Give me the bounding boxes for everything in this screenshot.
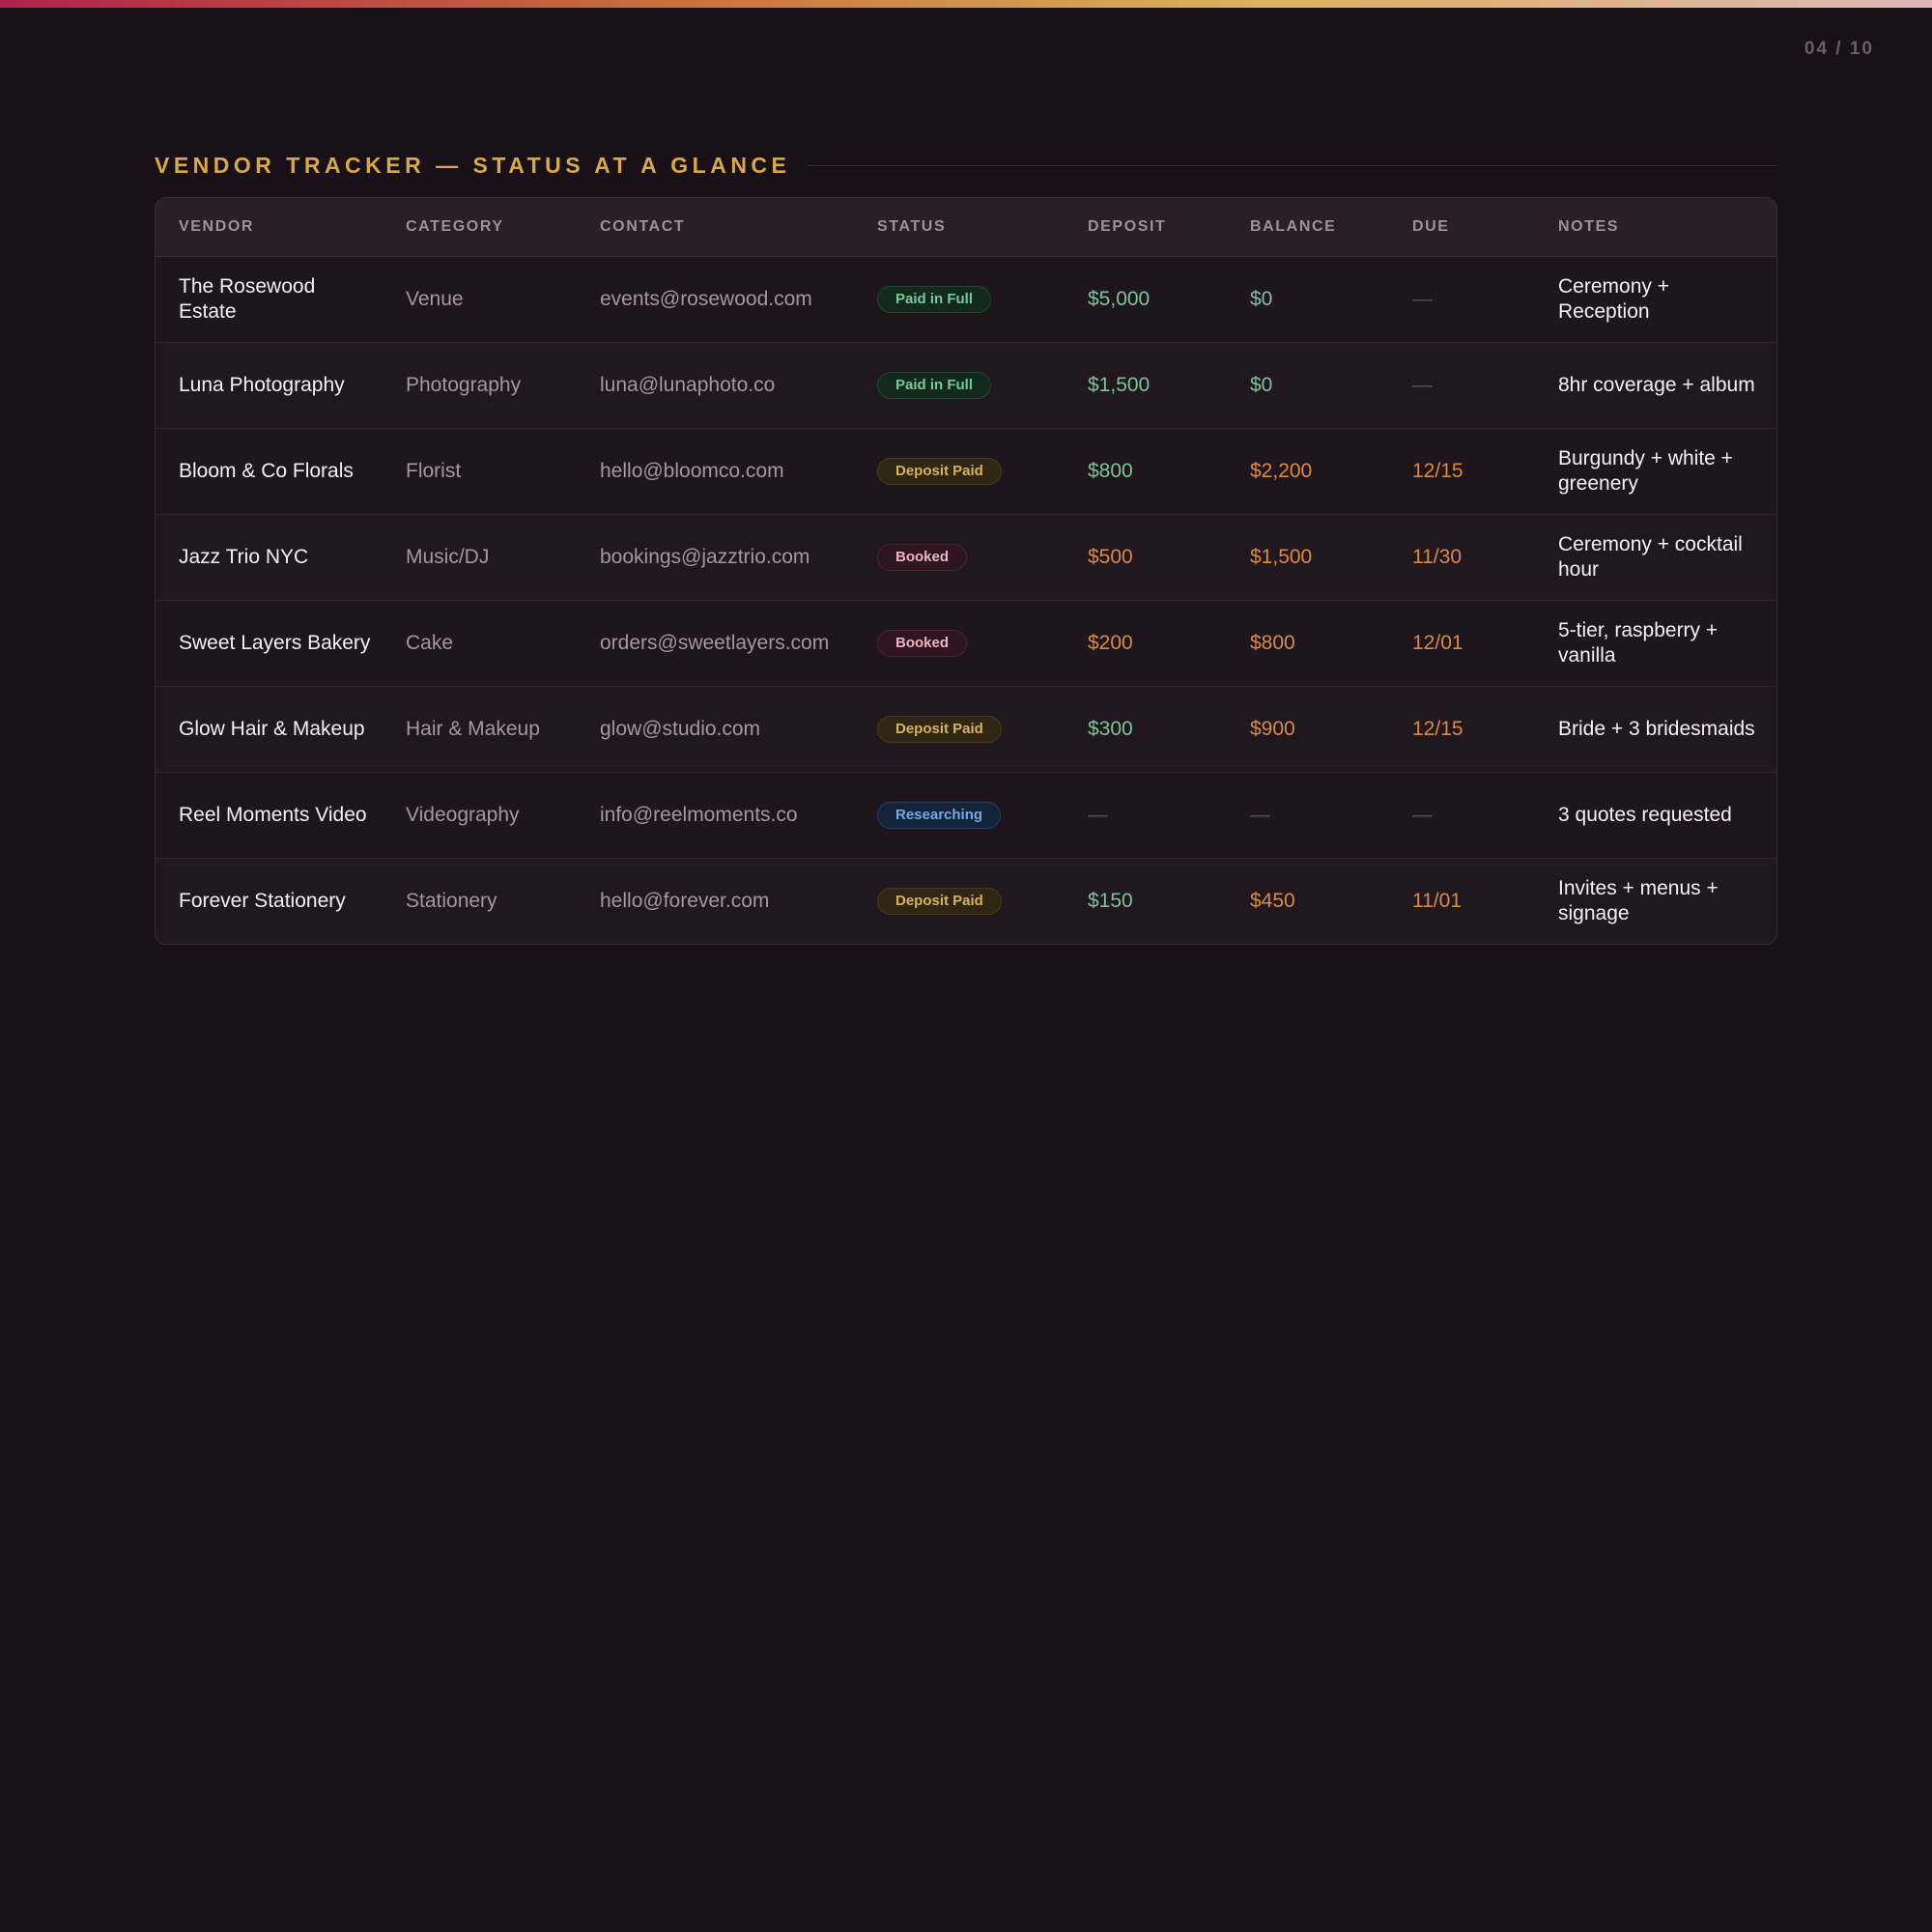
status-cell: Researching xyxy=(854,772,1065,859)
contact-email-cell[interactable]: glow@studio.com xyxy=(577,686,854,773)
category-cell: Music/DJ xyxy=(383,514,577,601)
section-divider xyxy=(808,165,1777,166)
notes-cell: Ceremony + Reception xyxy=(1535,256,1776,343)
table-row[interactable]: Reel Moments Video Videography info@reelmo… xyxy=(156,772,1776,859)
table-row[interactable]: Glow Hair & Makeup Hair & Makeup glow@stud… xyxy=(156,686,1776,773)
due-date-cell: 11/30 xyxy=(1389,514,1535,601)
notes-cell: Ceremony + cocktail hour xyxy=(1535,514,1776,601)
table-row[interactable]: Luna Photography Photography luna@lunaphot… xyxy=(156,342,1776,429)
category-cell: Cake xyxy=(383,600,577,687)
status-cell: Deposit Paid xyxy=(854,428,1065,515)
category-cell: Florist xyxy=(383,428,577,515)
balance-cell: $0 xyxy=(1227,342,1389,429)
slide-page: 04 / 10 VENDOR TRACKER — STATUS AT A GLA… xyxy=(0,0,1932,1932)
notes-cell: 8hr coverage + album xyxy=(1535,342,1776,429)
column-header-status[interactable]: STATUS xyxy=(854,198,1065,257)
vendor-name-cell: Reel Moments Video xyxy=(156,772,383,859)
due-date-cell: — xyxy=(1389,772,1535,859)
vendor-name-cell: Bloom & Co Florals xyxy=(156,428,383,515)
category-cell: Stationery xyxy=(406,889,497,912)
table-row[interactable]: The Rosewood Estate Venue events@rosewood.… xyxy=(156,256,1776,343)
page-counter: 04 / 10 xyxy=(1804,39,1874,59)
contact-email-cell[interactable]: hello@forever.com xyxy=(577,858,854,944)
category-cell: Venue xyxy=(383,256,577,343)
category-cell: Videography xyxy=(383,772,577,859)
balance-cell: $1,500 xyxy=(1227,514,1389,601)
vendor-name-cell: Luna Photography xyxy=(156,342,383,429)
column-header-due[interactable]: DUE xyxy=(1389,198,1535,257)
balance-cell: $800 xyxy=(1227,600,1389,687)
status-badge: Paid in Full xyxy=(877,286,992,313)
column-header-balance[interactable]: BALANCE xyxy=(1227,198,1389,257)
contact-email-cell[interactable]: hello@bloomco.com xyxy=(577,428,854,515)
table-header-row: VENDOR CATEGORY CONTACT STATUS DEPOSIT B… xyxy=(156,198,1776,257)
due-date-cell: 12/01 xyxy=(1389,600,1535,687)
vendor-name-cell: The Rosewood Estate xyxy=(156,256,383,343)
due-date-cell: — xyxy=(1389,342,1535,429)
deposit-cell: — xyxy=(1065,772,1227,859)
status-cell: Booked xyxy=(854,514,1065,601)
deposit-cell: $300 xyxy=(1065,686,1227,773)
deposit-cell: $800 xyxy=(1065,428,1227,515)
table-body: The Rosewood Estate Venue events@rosewood.… xyxy=(156,256,1776,944)
table-row[interactable]: Sweet Layers Bakery Cake orders@sweetlayer… xyxy=(156,600,1776,687)
vendor-name-cell: Sweet Layers Bakery xyxy=(156,600,383,687)
section-title: VENDOR TRACKER — STATUS AT A GLANCE xyxy=(155,153,791,178)
balance-cell: $900 xyxy=(1227,686,1389,773)
deposit-cell: $500 xyxy=(1065,514,1227,601)
deposit-cell: $1,500 xyxy=(1065,342,1227,429)
section-header: VENDOR TRACKER — STATUS AT A GLANCE xyxy=(155,153,1777,179)
contact-email-cell[interactable]: events@rosewood.com xyxy=(577,256,854,343)
status-badge: Researching xyxy=(877,802,1002,829)
status-badge: Paid in Full xyxy=(877,372,992,399)
table-row[interactable]: Forever Stationery Stationery hello@foreve… xyxy=(156,858,1776,944)
balance-cell: $0 xyxy=(1227,256,1389,343)
deposit-cell: $200 xyxy=(1065,600,1227,687)
deposit-cell: $5,000 xyxy=(1065,256,1227,343)
balance-cell: $450 xyxy=(1250,889,1295,912)
table-row[interactable]: Bloom & Co Florals Florist hello@bloomco.c… xyxy=(156,428,1776,515)
vendor-name-cell: Jazz Trio NYC xyxy=(156,514,383,601)
due-date-cell: 12/15 xyxy=(1389,686,1535,773)
due-date-cell: 11/01 xyxy=(1412,889,1462,912)
vendor-name-cell: Forever Stationery xyxy=(179,889,346,912)
due-date-cell: — xyxy=(1389,256,1535,343)
notes-cell: 5-tier, raspberry + vanilla xyxy=(1535,600,1776,687)
column-header-notes[interactable]: NOTES xyxy=(1535,198,1776,257)
status-badge: Booked xyxy=(877,544,968,571)
notes-cell: Burgundy + white + greenery xyxy=(1535,428,1776,515)
status-cell: Paid in Full xyxy=(854,342,1065,429)
category-cell: Hair & Makeup xyxy=(383,686,577,773)
table-row[interactable]: Jazz Trio NYC Music/DJ bookings@jazztrio.c… xyxy=(156,514,1776,601)
column-header-vendor[interactable]: VENDOR xyxy=(156,198,383,257)
status-badge: Deposit Paid xyxy=(877,458,1002,485)
column-header-category[interactable]: CATEGORY xyxy=(383,198,577,257)
column-header-contact[interactable]: CONTACT xyxy=(577,198,854,257)
notes-cell: Bride + 3 bridesmaids xyxy=(1535,686,1776,773)
due-date-cell: 12/15 xyxy=(1389,428,1535,515)
category-cell: Photography xyxy=(383,342,577,429)
gradient-top-bar xyxy=(0,0,1932,8)
contact-email-cell[interactable]: luna@lunaphoto.co xyxy=(577,342,854,429)
status-badge: Booked xyxy=(877,630,968,657)
column-header-deposit[interactable]: DEPOSIT xyxy=(1065,198,1227,257)
vendor-name-cell: Glow Hair & Makeup xyxy=(156,686,383,773)
status-badge: Deposit Paid xyxy=(877,716,1002,743)
contact-email-cell[interactable]: info@reelmoments.co xyxy=(577,772,854,859)
status-cell: Paid in Full xyxy=(854,256,1065,343)
status-cell: Booked xyxy=(854,600,1065,687)
notes-cell: 3 quotes requested xyxy=(1535,772,1776,859)
balance-cell: — xyxy=(1227,772,1389,859)
contact-email-cell[interactable]: bookings@jazztrio.com xyxy=(577,514,854,601)
status-cell: Deposit Paid xyxy=(854,686,1065,773)
status-badge: Deposit Paid xyxy=(877,888,1002,915)
vendor-table-card: VENDOR CATEGORY CONTACT STATUS DEPOSIT B… xyxy=(155,197,1777,945)
deposit-cell: $150 xyxy=(1088,889,1133,912)
status-cell: Deposit Paid xyxy=(854,858,1065,944)
vendor-table: VENDOR CATEGORY CONTACT STATUS DEPOSIT B… xyxy=(156,198,1776,944)
contact-email-cell[interactable]: orders@sweetlayers.com xyxy=(577,600,854,687)
balance-cell: $2,200 xyxy=(1227,428,1389,515)
notes-cell: Invites + menus + signage xyxy=(1558,876,1719,924)
